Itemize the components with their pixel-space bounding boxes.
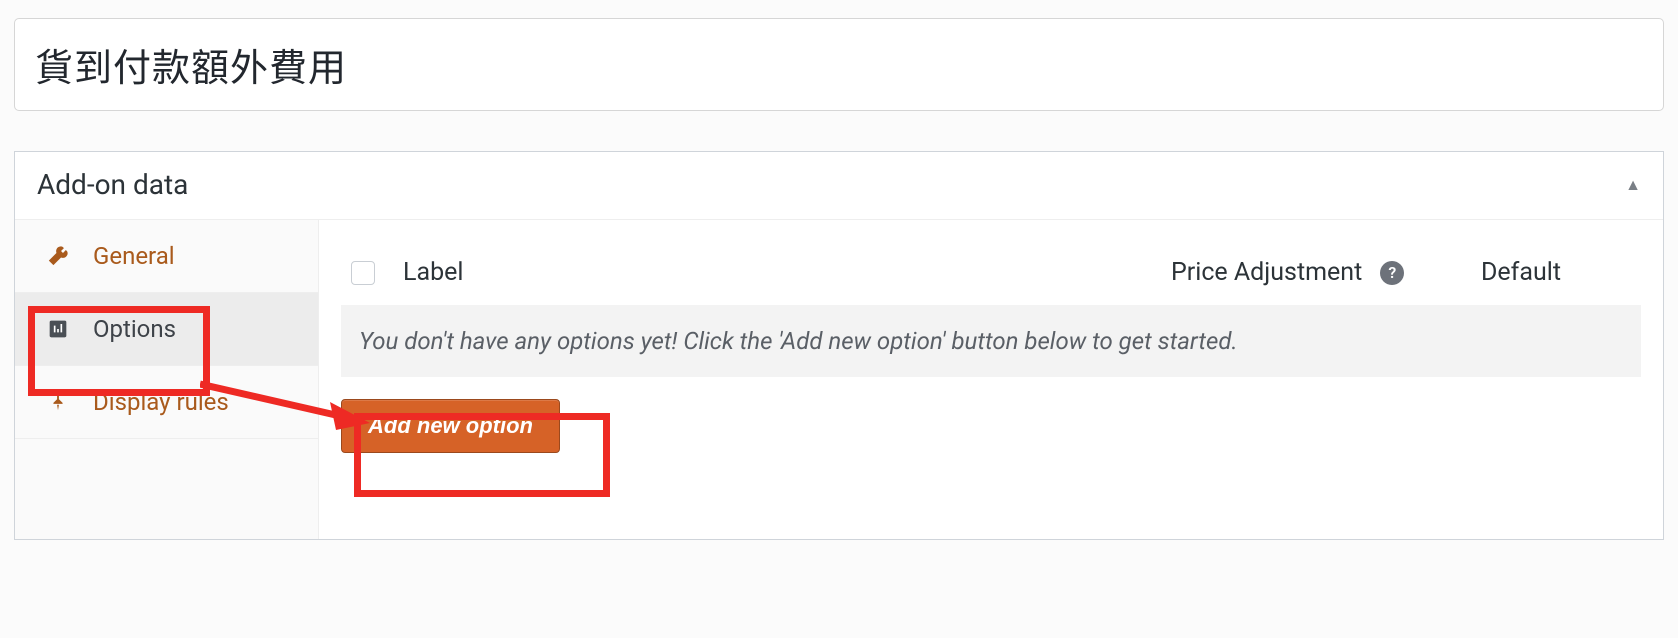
select-all-checkbox[interactable] — [351, 261, 375, 285]
tab-display-rules[interactable]: Display rules — [15, 366, 318, 439]
tab-general-label: General — [93, 242, 175, 270]
panel-body: General Options Display rules — [15, 219, 1663, 539]
empty-options-message: You don't have any options yet! Click th… — [341, 305, 1641, 377]
column-price-label: Price Adjustment — [1171, 258, 1362, 287]
settings-sidebar: General Options Display rules — [15, 219, 319, 539]
page-title: 貨到付款額外費用 — [35, 37, 1643, 92]
tab-options-label: Options — [93, 315, 176, 343]
add-new-option-button[interactable]: Add new option — [341, 399, 560, 453]
options-content: Label Price Adjustment ? Default You don… — [319, 219, 1663, 539]
add-button-row: Add new option — [341, 395, 1641, 457]
tab-general[interactable]: General — [15, 220, 318, 293]
tab-display-rules-label: Display rules — [93, 388, 229, 416]
panel-header-title: Add-on data — [37, 168, 188, 201]
wrench-icon — [45, 243, 71, 269]
column-default: Default — [1481, 258, 1641, 287]
title-input-box[interactable]: 貨到付款額外費用 — [14, 18, 1664, 111]
collapse-caret-icon[interactable]: ▲ — [1625, 175, 1641, 195]
addon-data-panel: Add-on data ▲ General Options — [14, 151, 1664, 540]
options-icon — [45, 316, 71, 342]
help-icon[interactable]: ? — [1380, 261, 1404, 285]
tab-options[interactable]: Options — [15, 293, 318, 366]
column-price-adjustment: Price Adjustment ? — [1171, 258, 1481, 287]
column-label: Label — [403, 258, 1171, 287]
pin-icon — [45, 389, 71, 415]
options-table-header: Label Price Adjustment ? Default — [341, 258, 1641, 305]
panel-header[interactable]: Add-on data ▲ — [15, 152, 1663, 219]
